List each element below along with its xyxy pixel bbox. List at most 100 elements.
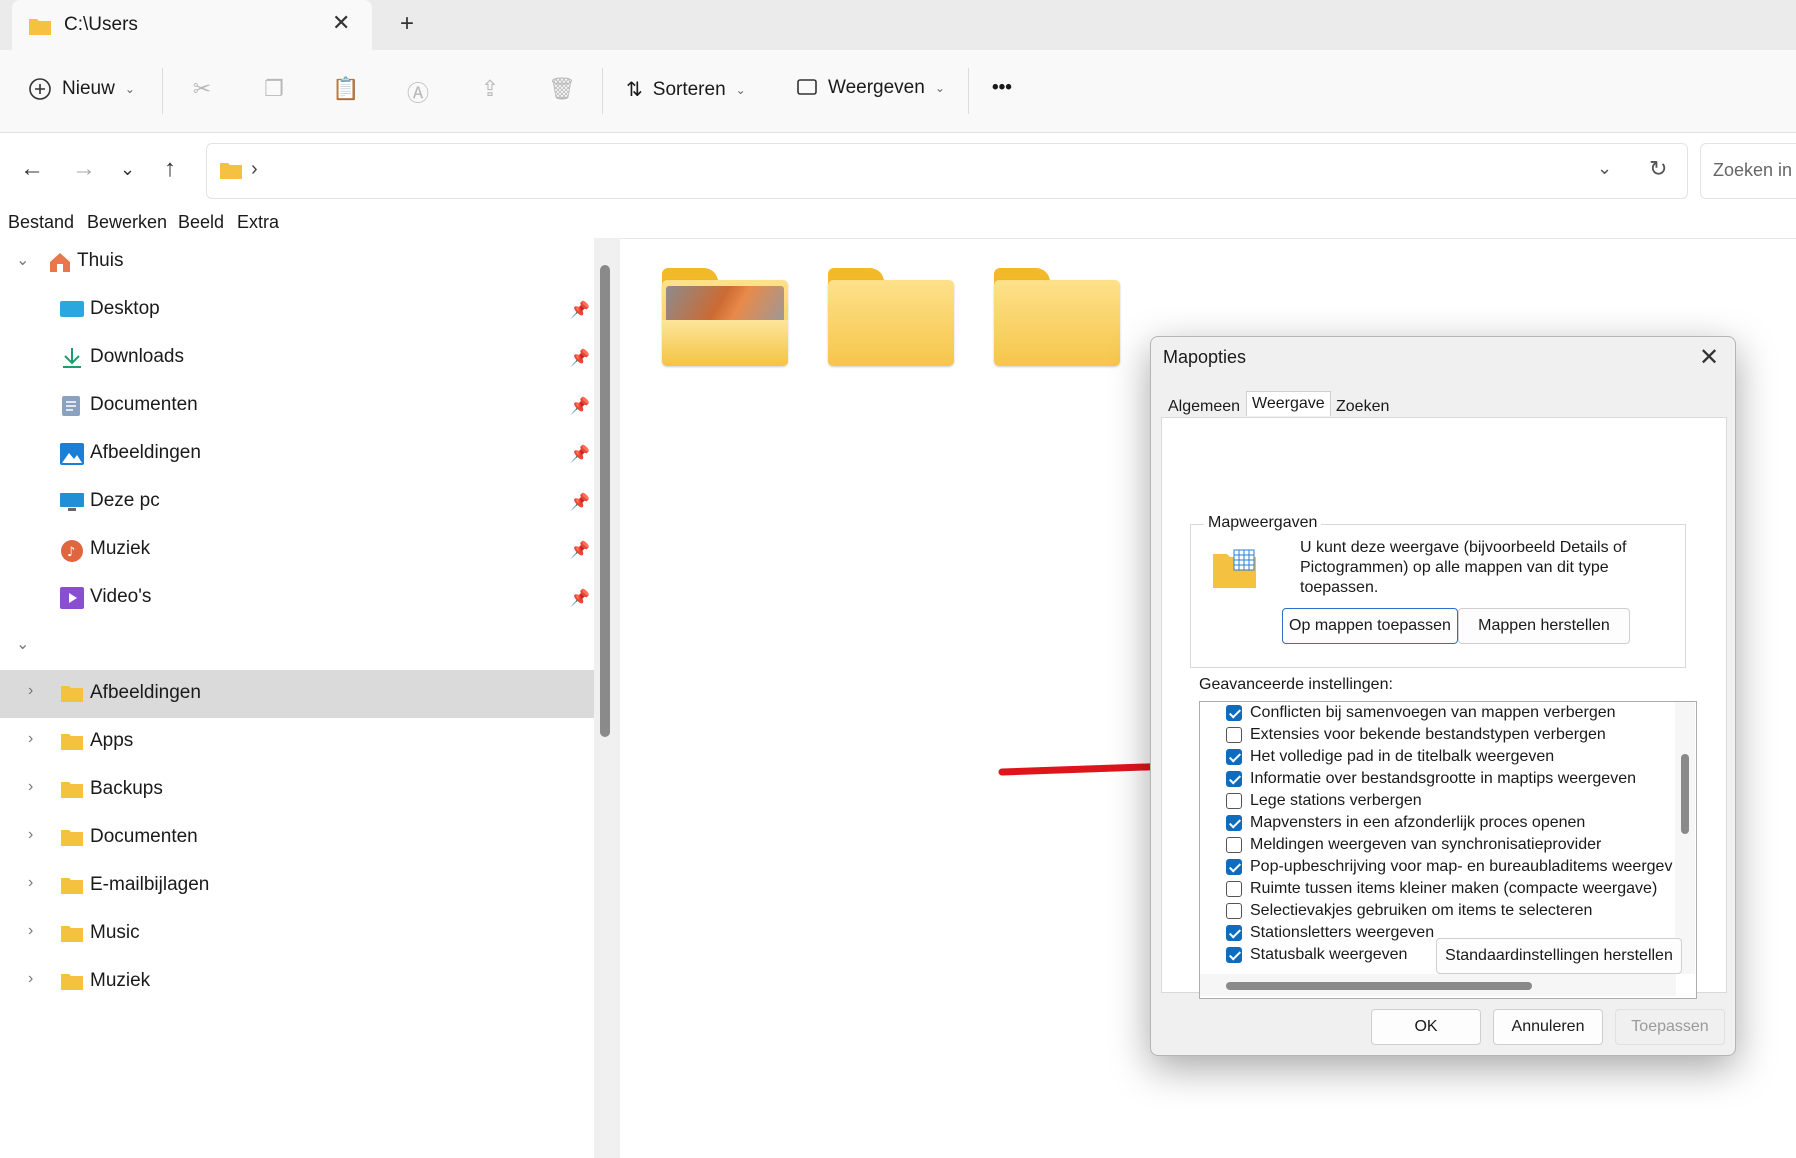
sidebar-item-downloads[interactable]: Downloads 📌: [0, 334, 594, 382]
copy-icon[interactable]: ❐: [260, 76, 288, 104]
pin-icon[interactable]: 📌: [570, 444, 590, 464]
checkbox[interactable]: [1226, 793, 1242, 809]
chevron-right-icon[interactable]: ›: [28, 730, 33, 748]
checkbox[interactable]: [1226, 749, 1242, 765]
chevron-down-icon[interactable]: ⌄: [16, 634, 29, 654]
ok-button[interactable]: OK: [1371, 1009, 1481, 1045]
pin-icon[interactable]: 📌: [570, 492, 590, 512]
chevron-down-icon[interactable]: ⌄: [16, 250, 29, 270]
checkbox[interactable]: [1226, 837, 1242, 853]
apply-button[interactable]: Toepassen: [1615, 1009, 1725, 1045]
sidebar-item-this-pc[interactable]: Deze pc 📌: [0, 478, 594, 526]
pin-icon[interactable]: 📌: [570, 348, 590, 368]
chevron-right-icon[interactable]: ›: [28, 874, 33, 892]
option-row[interactable]: Conflicten bij samenvoegen van mappen ve…: [1226, 702, 1616, 724]
checkbox[interactable]: [1226, 859, 1242, 875]
list-horizontal-scrollbar[interactable]: [1200, 974, 1676, 996]
chevron-right-icon[interactable]: ›: [28, 970, 33, 988]
option-row[interactable]: Mapvensters in een afzonderlijk proces o…: [1226, 812, 1585, 834]
tab-zoeken[interactable]: Zoeken: [1331, 395, 1394, 419]
restore-defaults-button[interactable]: Standaardinstellingen herstellen: [1436, 938, 1682, 974]
pin-icon[interactable]: 📌: [570, 588, 590, 608]
checkbox[interactable]: [1226, 705, 1242, 721]
forward-arrow-icon[interactable]: →: [72, 155, 96, 183]
share-icon[interactable]: ⇪: [476, 76, 504, 104]
sidebar-folder-documenten[interactable]: › Documenten: [0, 814, 594, 862]
sidebar-folder-emailbijlagen[interactable]: › E-mailbijlagen: [0, 862, 594, 910]
scroll-thumb[interactable]: [1226, 982, 1532, 990]
menu-bewerken[interactable]: Bewerken: [87, 212, 167, 233]
menu-bestand[interactable]: Bestand: [8, 212, 74, 233]
sort-button[interactable]: ⇅ Sorteren ⌄: [626, 77, 746, 102]
sidebar-folder-afbeeldingen[interactable]: › Afbeeldingen: [0, 670, 594, 718]
sidebar-folder-backups[interactable]: › Backups: [0, 766, 594, 814]
option-row[interactable]: Informatie over bestandsgrootte in mapti…: [1226, 768, 1636, 790]
address-bar[interactable]: › ⌄ ↻: [206, 143, 1688, 199]
checkbox[interactable]: [1226, 925, 1242, 941]
sidebar-section-toggle[interactable]: ⌄: [0, 622, 594, 670]
folder-thumbnail[interactable]: [828, 268, 954, 368]
sidebar-item-documents[interactable]: Documenten 📌: [0, 382, 594, 430]
recent-chevron-icon[interactable]: ⌄: [120, 159, 135, 180]
chevron-right-icon[interactable]: ›: [28, 778, 33, 796]
address-dropdown-icon[interactable]: ⌄: [1597, 158, 1612, 179]
chevron-right-icon[interactable]: ›: [28, 826, 33, 844]
option-row[interactable]: Pop-upbeschrijving voor map- en bureaubl…: [1226, 856, 1672, 878]
tab-users[interactable]: C:\Users ✕: [12, 0, 372, 50]
checkbox[interactable]: [1226, 771, 1242, 787]
option-row[interactable]: Statusbalk weergeven: [1226, 944, 1407, 966]
pin-icon[interactable]: 📌: [570, 540, 590, 560]
sidebar-folder-muziek[interactable]: › Muziek: [0, 958, 594, 1006]
sidebar-scrollbar[interactable]: [600, 265, 610, 737]
option-row-sync-notifications[interactable]: Meldingen weergeven van synchronisatiepr…: [1226, 834, 1601, 856]
option-row[interactable]: Stationsletters weergeven: [1226, 922, 1434, 944]
sidebar-item-desktop[interactable]: Desktop 📌: [0, 286, 594, 334]
sidebar-folder-music[interactable]: › Music: [0, 910, 594, 958]
menu-extra[interactable]: Extra: [237, 212, 279, 233]
up-arrow-icon[interactable]: ↑: [164, 155, 176, 183]
reset-folders-button[interactable]: Mappen herstellen: [1458, 608, 1630, 644]
apply-to-folders-button[interactable]: Op mappen toepassen: [1282, 608, 1458, 644]
checkbox[interactable]: [1226, 903, 1242, 919]
close-icon[interactable]: ✕: [1699, 343, 1719, 372]
folder-thumbnail[interactable]: [994, 268, 1120, 368]
option-row[interactable]: Ruimte tussen items kleiner maken (compa…: [1226, 878, 1657, 900]
sidebar-item-home[interactable]: ⌄ Thuis: [0, 238, 594, 286]
view-button[interactable]: Weergeven ⌄: [796, 77, 945, 99]
menu-beeld[interactable]: Beeld: [178, 212, 224, 233]
option-row[interactable]: Lege stations verbergen: [1226, 790, 1422, 812]
folder-thumbnail[interactable]: [662, 268, 788, 368]
checkbox[interactable]: [1226, 815, 1242, 831]
checkbox[interactable]: [1226, 947, 1242, 963]
back-arrow-icon[interactable]: ←: [20, 155, 44, 183]
cancel-button[interactable]: Annuleren: [1493, 1009, 1603, 1045]
paste-icon[interactable]: 📋: [332, 76, 360, 104]
option-row[interactable]: Het volledige pad in de titelbalk weerge…: [1226, 746, 1554, 768]
sidebar-folder-apps[interactable]: › Apps: [0, 718, 594, 766]
pin-icon[interactable]: 📌: [570, 300, 590, 320]
chevron-right-icon[interactable]: ›: [28, 922, 33, 940]
close-tab-icon[interactable]: ✕: [332, 10, 350, 36]
checkbox[interactable]: [1226, 881, 1242, 897]
sidebar-item-music[interactable]: ♪ Muziek 📌: [0, 526, 594, 574]
list-vertical-scrollbar[interactable]: [1675, 702, 1695, 974]
pin-icon[interactable]: 📌: [570, 396, 590, 416]
option-row[interactable]: Selectievakjes gebruiken om items te sel…: [1226, 900, 1592, 922]
scroll-thumb[interactable]: [1681, 754, 1689, 834]
search-box[interactable]: Zoeken in A: [1700, 143, 1796, 199]
new-tab-button[interactable]: +: [400, 10, 414, 38]
tab-weergave[interactable]: Weergave: [1246, 391, 1331, 416]
new-button[interactable]: Nieuw ⌄: [28, 77, 135, 101]
sidebar-item-videos[interactable]: Video's 📌: [0, 574, 594, 622]
rename-icon[interactable]: Ⓐ: [404, 76, 432, 106]
folder-view-icon: [1213, 549, 1256, 588]
more-options-button[interactable]: •••: [992, 77, 1012, 99]
tab-algemeen[interactable]: Algemeen: [1163, 395, 1245, 419]
refresh-icon[interactable]: ↻: [1649, 156, 1667, 182]
option-row[interactable]: Extensies voor bekende bestandstypen ver…: [1226, 724, 1606, 746]
delete-icon[interactable]: 🗑: [548, 76, 576, 104]
sidebar-item-pictures[interactable]: Afbeeldingen 📌: [0, 430, 594, 478]
checkbox[interactable]: [1226, 727, 1242, 743]
chevron-right-icon[interactable]: ›: [28, 682, 33, 700]
cut-icon[interactable]: ✂: [188, 76, 216, 104]
